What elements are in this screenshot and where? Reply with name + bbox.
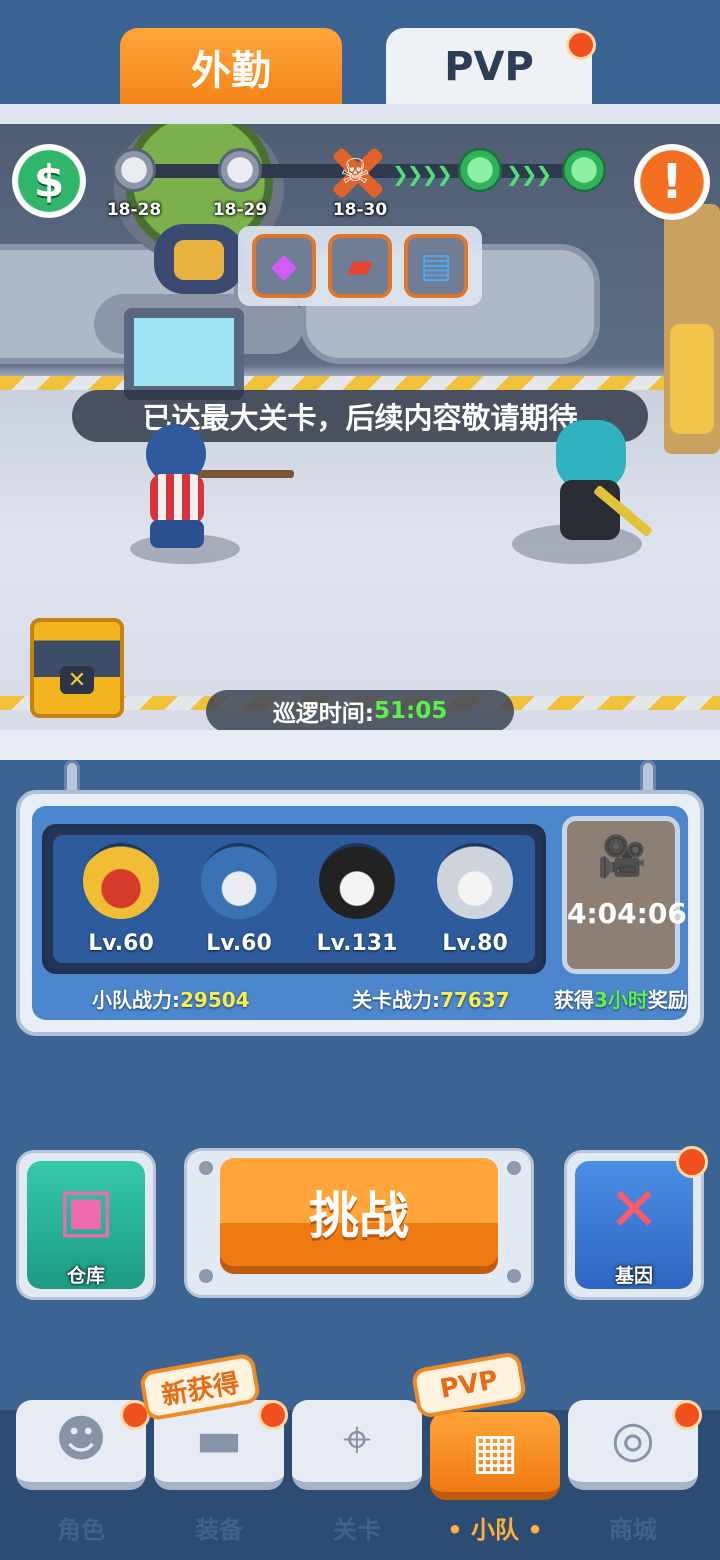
- treasure-chest[interactable]: ✕: [30, 618, 124, 718]
- zombie-enemy: [530, 420, 654, 560]
- pvp-badge: PVP: [410, 1350, 528, 1420]
- patrol-timer: 51:05: [373, 698, 448, 724]
- reward-hours: 3小时: [594, 988, 648, 1012]
- patrol-time-label: 巡逻时间:: [272, 701, 374, 727]
- level-node-next: [562, 148, 606, 192]
- video-reward-timer: 4:04:06: [567, 897, 687, 930]
- boss-level-node: ☠: [330, 144, 386, 200]
- pvp-notification-dot: [566, 30, 596, 60]
- tab-underline: [0, 104, 720, 124]
- nav-stage[interactable]: ⌖: [292, 1400, 422, 1490]
- member-level: Lv.60: [88, 931, 154, 956]
- gem-icon[interactable]: ◆: [252, 234, 316, 298]
- cargo-prop: [664, 204, 720, 454]
- nav-character-label: 角色: [57, 1516, 105, 1544]
- squad-members: Lv.60 Lv.60 Lv.131 Lv.80: [42, 824, 546, 974]
- challenge-button[interactable]: 挑战: [220, 1158, 498, 1266]
- video-reward-button[interactable]: 🎥 4:04:06: [562, 816, 687, 974]
- stage-power-label: 关卡战力:: [352, 988, 440, 1012]
- level-node-18-29: [218, 148, 262, 192]
- squad-member[interactable]: Lv.60: [71, 835, 171, 963]
- stage-power: 关卡战力:77637: [352, 984, 510, 1013]
- nav-shop-label: 商城: [609, 1516, 657, 1544]
- hero-avatar: [319, 843, 395, 919]
- squad-member[interactable]: Lv.131: [307, 835, 407, 963]
- stage-power-value: 77637: [440, 988, 510, 1012]
- blue-card-icon[interactable]: ▤: [404, 234, 468, 298]
- squad-panel: Lv.60 Lv.60 Lv.131 Lv.80 🎥 4:04:06 小队战力:…: [16, 790, 704, 1036]
- video-camera-icon: 🎥: [597, 834, 647, 880]
- squad-member[interactable]: Lv.80: [425, 835, 525, 963]
- reward-suffix: 奖励: [647, 988, 688, 1012]
- member-level: Lv.60: [206, 931, 272, 956]
- top-tab-bar: [0, 0, 720, 120]
- alert-button[interactable]: !: [634, 144, 710, 220]
- team-power-label: 小队战力:: [92, 988, 180, 1012]
- nav-squad-label: • 小队 •: [447, 1516, 543, 1544]
- nav-squad[interactable]: ▦: [430, 1412, 560, 1500]
- member-level: Lv.80: [442, 931, 508, 956]
- patrol-time-bar: 巡逻时间: 51:05: [206, 690, 514, 732]
- squad-icon: ▦: [471, 1422, 519, 1480]
- dna-icon: ✕: [608, 1175, 660, 1245]
- tab-pvp[interactable]: PVP: [386, 28, 592, 106]
- squad-member[interactable]: Lv.60: [189, 835, 289, 963]
- hero-avatar: [201, 843, 277, 919]
- video-reward-text: 获得3小时奖励: [554, 984, 688, 1013]
- add-coin-button[interactable]: $: [12, 144, 86, 218]
- safe-icon: ▣: [57, 1175, 115, 1245]
- skull-icon: ☠: [340, 152, 371, 192]
- team-power-value: 29504: [180, 988, 250, 1012]
- chest-lock-icon: ✕: [60, 666, 94, 694]
- progress-chevron-icon: ❯❯❯: [506, 162, 552, 186]
- tab-outpost[interactable]: 外勤: [120, 28, 342, 106]
- squad-hero-character: [140, 424, 294, 554]
- level-label: 18-29: [212, 200, 268, 220]
- member-level: Lv.131: [316, 931, 398, 956]
- gene-label: 基因: [614, 1265, 653, 1287]
- progress-chevron-icon: ❯❯❯❯: [392, 162, 453, 186]
- red-card-icon[interactable]: ▰: [328, 234, 392, 298]
- level-node-18-28: [112, 148, 156, 192]
- level-reward-tray: ◆ ▰ ▤: [238, 226, 482, 306]
- nav-shop-dot: [672, 1400, 702, 1430]
- scene-bottom-edge: [0, 730, 720, 760]
- hero-avatar: [83, 843, 159, 919]
- nav-equipment-label: 装备: [195, 1516, 243, 1544]
- warehouse-label: 仓库: [66, 1265, 105, 1287]
- hero-avatar: [437, 843, 513, 919]
- hazard-stripe: [0, 376, 720, 390]
- map-pin-icon: ⌖: [342, 1410, 372, 1468]
- monitor-prop: [124, 308, 244, 400]
- battle-scene: ❯❯❯❯ ❯❯❯ 18-28 18-29 ☠ 18-30 $ ! ◆ ▰ ▤ 已…: [0, 124, 720, 754]
- level-label: 18-28: [106, 200, 162, 220]
- reward-prefix: 获得: [554, 988, 594, 1012]
- nav-stage-label: 关卡: [333, 1516, 381, 1544]
- nav-equipment-dot: [258, 1400, 288, 1430]
- team-power: 小队战力:29504: [92, 984, 250, 1013]
- gene-notification-dot: [676, 1146, 708, 1178]
- level-label: 18-30: [332, 200, 388, 220]
- warehouse-button[interactable]: ▣ 仓库: [16, 1150, 156, 1300]
- level-node-next: [458, 148, 502, 192]
